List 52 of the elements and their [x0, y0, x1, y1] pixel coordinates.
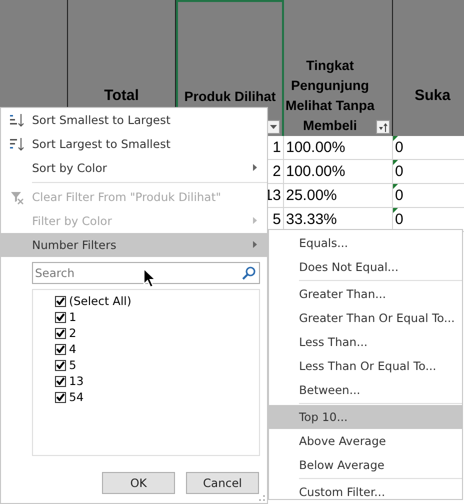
menu-item[interactable]: Greater Than Or Equal To...: [269, 306, 462, 330]
filter-sort-button[interactable]: [376, 120, 390, 134]
checkbox[interactable]: [55, 296, 66, 306]
checkbox[interactable]: [55, 376, 66, 386]
table-cell: 100.00%: [284, 136, 393, 160]
menu-item[interactable]: Number Filters: [1, 233, 267, 257]
dropdown-arrow-icon: [270, 125, 276, 129]
value-label[interactable]: 5: [69, 358, 76, 372]
ok-button[interactable]: OK: [102, 472, 175, 494]
clear-filter-icon: [10, 190, 24, 204]
table-cell: 0: [393, 136, 464, 160]
search-icon: [242, 266, 256, 280]
menu-item[interactable]: Below Average: [269, 453, 462, 477]
menu-item[interactable]: Above Average: [269, 429, 462, 453]
menu-item[interactable]: Between...: [269, 378, 462, 402]
menu-item[interactable]: Top 10...: [269, 405, 462, 429]
value-label[interactable]: 2: [69, 326, 76, 340]
submenu-arrow-icon: [253, 241, 257, 248]
menu-item[interactable]: Less Than Or Equal To...: [269, 354, 462, 378]
cancel-button[interactable]: Cancel: [186, 472, 259, 494]
value-label[interactable]: 54: [69, 390, 84, 404]
sort-filter-icon: [378, 122, 388, 132]
sort-descending-icon: [10, 136, 24, 152]
column-header: Suka: [414, 86, 452, 106]
submenu-arrow-icon: [253, 217, 257, 224]
resize-grip-icon: [259, 495, 265, 501]
value-label[interactable]: (Select All): [69, 294, 132, 308]
submenu-arrow-icon: [253, 164, 257, 171]
checkbox[interactable]: [55, 392, 66, 402]
mouse-cursor-icon: [143, 268, 157, 288]
menu-item[interactable]: Greater Than...: [269, 282, 462, 306]
checkbox[interactable]: [55, 344, 66, 354]
menu-item[interactable]: Sort Smallest to Largest: [1, 108, 267, 132]
value-label[interactable]: 4: [69, 342, 76, 356]
checkbox[interactable]: [55, 328, 66, 338]
value-label[interactable]: 13: [69, 374, 84, 388]
menu-item[interactable]: Equals...: [269, 231, 462, 255]
value-label[interactable]: 1: [69, 310, 76, 324]
sort-ascending-icon: [10, 112, 24, 128]
table-cell: 100.00%: [284, 160, 393, 184]
checkbox[interactable]: [55, 360, 66, 370]
menu-item[interactable]: Less Than...: [269, 330, 462, 354]
column-header: Total: [103, 86, 140, 106]
menu-item[interactable]: Does Not Equal...: [269, 255, 462, 279]
table-cell: 25.00%: [284, 184, 393, 208]
table-cell: 0: [393, 160, 464, 184]
search-field[interactable]: Search: [32, 262, 260, 284]
table-cell: 0: [393, 184, 464, 208]
menu-item[interactable]: Custom Filter...: [269, 480, 462, 504]
column-header: Tingkat Pengunjung Melihat Tanpa Membeli: [284, 57, 376, 135]
column-header: Produk Dilihat: [184, 88, 276, 106]
checkbox[interactable]: [55, 312, 66, 322]
